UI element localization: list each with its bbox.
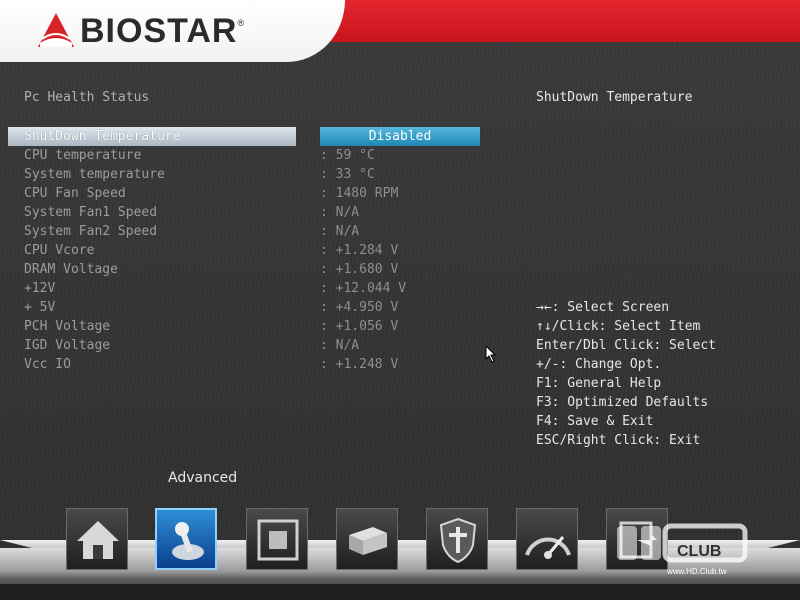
hd-club-watermark: CLUB www.HD.Club.tw [617, 523, 748, 576]
key-help-item: F1: General Help [536, 376, 662, 391]
row-label: System Fan1 Speed [24, 205, 158, 220]
row-label: IGD Voltage [24, 338, 111, 353]
chipset-icon [257, 519, 299, 561]
row-label: CPU Fan Speed [24, 186, 126, 201]
dock-bottom-edge [0, 584, 800, 600]
row-value: : +4.950 V [320, 300, 399, 315]
key-help-list: →←: Select Screen ↑↓/Click: Select Item … [536, 298, 716, 450]
row-cpu-temperature: CPU temperature : 59 °C [8, 146, 488, 165]
key-help-item: ↑↓/Click: Select Item [536, 319, 701, 334]
row-igd-voltage: IGD Voltage : N/A [8, 336, 488, 355]
storage-icon [349, 527, 387, 555]
tab-advanced[interactable] [155, 508, 217, 570]
biostar-logo-icon [38, 13, 74, 47]
row-value: : 33 °C [320, 167, 375, 182]
tab-boot[interactable] [336, 508, 398, 570]
row-label: CPU temperature [24, 148, 142, 163]
tab-o-n-e[interactable] [516, 508, 578, 570]
tab-main[interactable] [66, 508, 128, 570]
key-help-item: F3: Optimized Defaults [536, 395, 709, 410]
key-help-item: F4: Save & Exit [536, 414, 654, 429]
row-system-temperature: System temperature : 33 °C [8, 165, 488, 184]
row-value: : 1480 RPM [320, 186, 399, 201]
mouse-pointer-icon [485, 345, 497, 363]
tab-chipset[interactable] [246, 508, 308, 570]
row-value: : +1.248 V [320, 357, 399, 372]
row-label: +12V [24, 281, 56, 296]
header-red-band [330, 0, 800, 42]
row-cpu-vcore: CPU Vcore : +1.284 V [8, 241, 488, 260]
help-title: ShutDown Temperature [536, 90, 693, 105]
row-label: CPU Vcore [24, 243, 95, 258]
tab-security[interactable] [426, 508, 488, 570]
key-help-item: ESC/Right Click: Exit [536, 433, 701, 448]
key-help-item: +/-: Change Opt. [536, 357, 662, 372]
row-value: : N/A [320, 205, 360, 220]
key-help-item: →←: Select Screen [536, 300, 670, 315]
row-value: : +1.056 V [320, 319, 399, 334]
joystick-icon [172, 522, 204, 560]
row-label: Vcc IO [24, 357, 71, 372]
row-label: PCH Voltage [24, 319, 111, 334]
speedometer-icon [525, 536, 571, 559]
row-label: ShutDown Temperature [24, 129, 181, 144]
row-label: System Fan2 Speed [24, 224, 158, 239]
row-vcc-io: Vcc IO : +1.248 V [8, 355, 488, 374]
row-12v: +12V : +12.044 V [8, 279, 488, 298]
row-shutdown-temperature[interactable]: ShutDown Temperature Disabled [8, 127, 488, 146]
row-value: : +12.044 V [320, 281, 407, 296]
row-value: : +1.680 V [320, 262, 399, 277]
row-system-fan2-speed: System Fan2 Speed : N/A [8, 222, 488, 241]
row-pch-voltage: PCH Voltage : +1.056 V [8, 317, 488, 336]
key-help-item: Enter/Dbl Click: Select [536, 338, 717, 353]
section-title: Pc Health Status [24, 90, 150, 105]
row-label: + 5V [24, 300, 56, 315]
watermark-club: CLUB [677, 543, 721, 560]
watermark-url: www.HD.Club.tw [666, 567, 727, 576]
active-tab-label: Advanced [168, 470, 238, 486]
security-shield-icon [439, 517, 477, 564]
settings-list: ShutDown Temperature Disabled CPU temper… [8, 127, 488, 374]
row-value: : N/A [320, 224, 360, 239]
row-label: System temperature [24, 167, 165, 182]
row-value: : +1.284 V [320, 243, 399, 258]
home-icon [77, 521, 119, 559]
row-dram-voltage: DRAM Voltage : +1.680 V [8, 260, 488, 279]
shutdown-temperature-select[interactable]: Disabled [320, 127, 480, 146]
row-5v: + 5V : +4.950 V [8, 298, 488, 317]
row-cpu-fan-speed: CPU Fan Speed : 1480 RPM [8, 184, 488, 203]
brand-name: BIOSTAR [80, 11, 238, 50]
row-label: DRAM Voltage [24, 262, 118, 277]
row-value: : N/A [320, 338, 360, 353]
registered-mark: ® [237, 18, 245, 28]
row-value: : 59 °C [320, 148, 375, 163]
header: BIOSTAR ® [0, 0, 800, 62]
biostar-logo: BIOSTAR ® [36, 8, 244, 54]
row-system-fan1-speed: System Fan1 Speed : N/A [8, 203, 488, 222]
